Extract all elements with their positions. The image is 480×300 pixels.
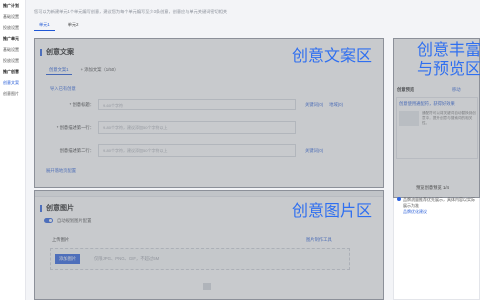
image-area-label: 创意图片区 <box>292 201 373 220</box>
sidebar-item-unit-basic[interactable]: 基础设置 <box>0 44 25 55</box>
tab-unit-2[interactable]: 单元2 <box>63 20 84 31</box>
preview-area-label: 创意丰富 与预览区 <box>417 40 480 78</box>
tab-unit-1[interactable]: 单元1 <box>34 20 55 31</box>
unit-tabs: 单元1 单元2 <box>34 20 83 31</box>
preview-area-label-line1: 创意丰富 <box>417 40 480 59</box>
sidebar-item-plan-basic[interactable]: 基础设置 <box>0 11 25 22</box>
sidebar-item-image[interactable]: 创意图片 <box>0 88 25 99</box>
sidebar-item-creative[interactable]: 推广创意 <box>0 66 25 77</box>
sidebar-item-plan[interactable]: 推广计划 <box>0 0 25 11</box>
copy-area-label: 创意文案区 <box>292 46 373 65</box>
preview-pager[interactable]: 预览创意预览 1/4 <box>416 185 449 191</box>
sidebar-item-unit-delivery[interactable]: 投放设置 <box>0 55 25 66</box>
preview-tip: 品牌流量推荐优先展示，具体内容以实际展示为准 <box>403 197 475 208</box>
sidebar-item-unit[interactable]: 推广单元 <box>0 33 25 44</box>
sidebar: 推广计划 基础设置 投放设置 推广单元 基础设置 投放设置 推广创意 创意文案 … <box>0 0 26 300</box>
preview-tip-link[interactable]: 品牌优化建议 <box>403 209 427 215</box>
preview-area-label-line2: 与预览区 <box>417 59 480 78</box>
sidebar-item-copy[interactable]: 创意文案 <box>0 77 25 88</box>
sidebar-item-plan-delivery[interactable]: 投放设置 <box>0 22 25 33</box>
page-hint: 您可以为新建单元1个单元编写创意，建议您为每个单元编写至少3条创意，创意应与单元… <box>34 9 228 14</box>
tip-info-icon <box>397 197 401 201</box>
